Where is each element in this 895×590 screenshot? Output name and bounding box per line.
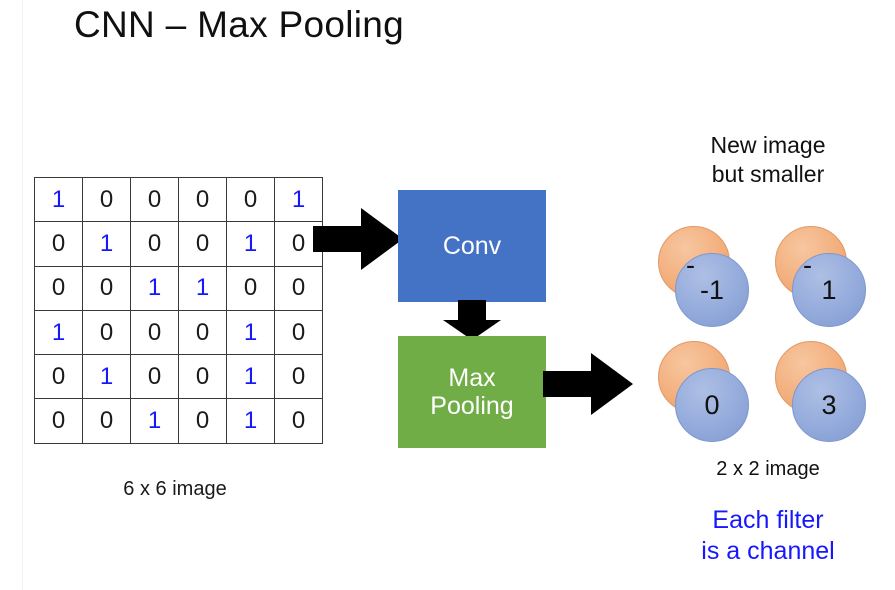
matrix-cell: 1 [226,221,275,267]
output-heading-line2: but smaller [711,161,825,188]
back-filter-hidden-value: - [803,250,812,280]
output-cell-circle: 0 [675,368,749,442]
output-heading: New image but smaller [648,131,888,190]
max-pooling-block-label: Max Pooling [430,364,513,420]
matrix-cell: 0 [82,398,131,444]
matrix-cell: 0 [82,265,131,311]
matrix-cell: 0 [34,354,83,400]
conv-block: Conv [398,190,546,302]
table-row: 1 0 0 0 1 0 [34,309,323,356]
matrix-cell: 0 [274,265,323,311]
matrix-cell: 0 [82,309,131,356]
matrix-cell: 0 [130,176,179,223]
input-matrix-table: 1 0 0 0 0 1 0 1 0 0 1 0 0 0 1 1 0 0 1 0 … [34,176,323,444]
conv-block-label: Conv [442,232,502,260]
matrix-cell: 0 [226,265,275,311]
input-matrix-caption: 6 x 6 image [123,478,227,500]
arrow-right-icon-pooling-to-output [543,353,633,415]
matrix-cell: 0 [34,398,83,444]
matrix-cell: 1 [34,176,83,223]
output-heading-line1: New image [710,132,826,158]
matrix-cell: 1 [130,265,179,311]
output-note-line1: Each filter [712,506,824,534]
table-row: 0 1 0 0 1 0 [34,221,323,267]
matrix-cell: 1 [226,309,275,356]
matrix-cell: 1 [130,398,179,444]
matrix-cell: 1 [82,354,131,400]
slide-canvas: CNN – Max Pooling 1 0 0 0 0 1 0 1 0 0 1 … [0,0,895,590]
matrix-cell: 0 [178,176,227,223]
max-pooling-label-line1: Max [448,364,496,392]
matrix-cell: 1 [34,309,83,356]
slide-edge-line [22,0,23,590]
page-title: CNN – Max Pooling [74,4,405,45]
max-pooling-label-line2: Pooling [430,392,514,420]
matrix-cell: 0 [178,221,227,267]
matrix-cell: 0 [178,398,227,444]
matrix-cell: 0 [178,309,227,356]
matrix-cell: 0 [82,176,131,223]
matrix-cell: 0 [274,398,323,444]
back-filter-hidden-value: - [686,250,695,280]
matrix-cell: 0 [178,354,227,400]
arrow-down-icon-conv-to-pooling [443,300,501,340]
matrix-cell: 0 [274,354,323,400]
matrix-cell: 0 [274,309,323,356]
matrix-cell: 0 [226,176,275,223]
matrix-cell: 0 [130,354,179,400]
output-note-line2: is a channel [701,537,835,565]
table-row: 1 0 0 0 0 1 [34,176,323,223]
matrix-cell: 0 [34,265,83,311]
matrix-cell: 0 [34,221,83,267]
table-row: 0 0 1 1 0 0 [34,265,323,311]
matrix-cell: 1 [226,398,275,444]
output-cell-circle: 3 [792,368,866,442]
table-row: 0 1 0 0 1 0 [34,354,323,400]
matrix-cell: 1 [178,265,227,311]
arrow-right-icon-input-to-conv [313,208,403,270]
output-note: Each filter is a channel [648,505,888,567]
matrix-cell: 0 [130,309,179,356]
table-row: 0 0 1 0 1 0 [34,398,323,444]
output-caption: 2 x 2 image [716,458,820,480]
matrix-cell: 0 [130,221,179,267]
max-pooling-block: Max Pooling [398,336,546,448]
matrix-cell: 1 [226,354,275,400]
matrix-cell: 1 [82,221,131,267]
